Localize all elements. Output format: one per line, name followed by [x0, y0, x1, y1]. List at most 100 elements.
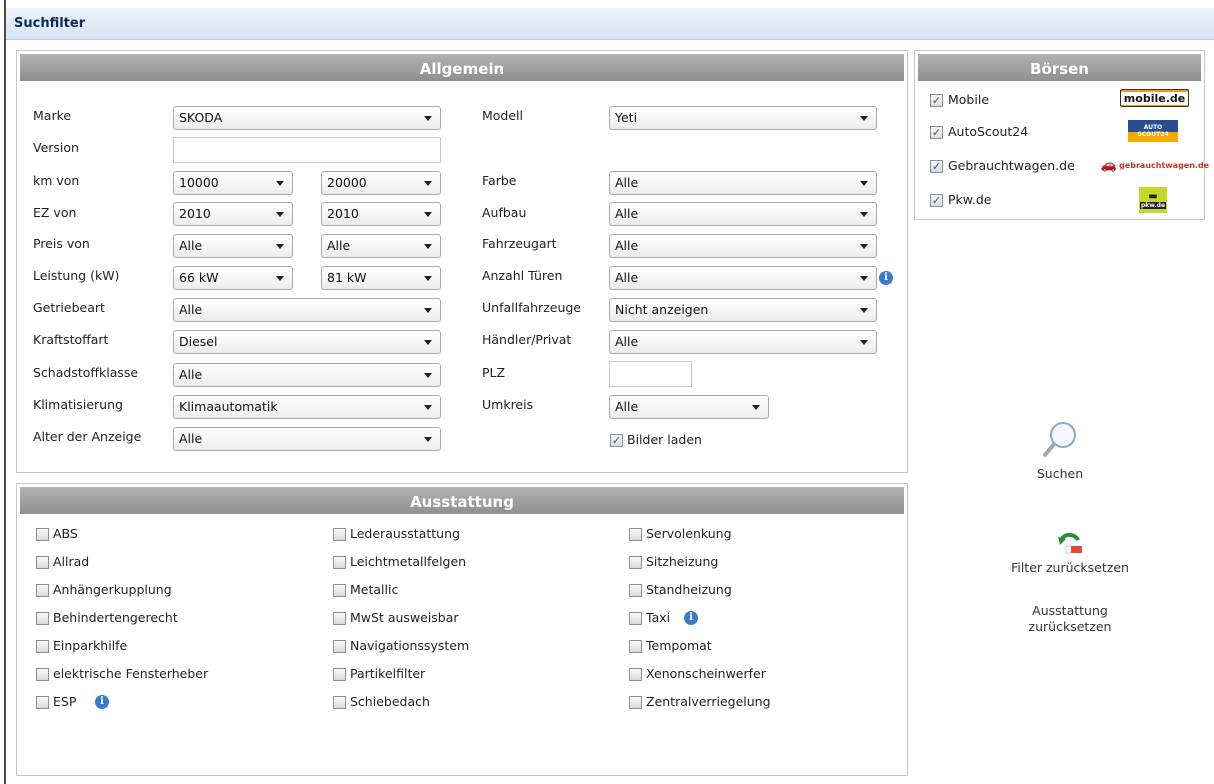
boerse-label-gebrauchtwagen: Gebrauchtwagen.de — [948, 158, 1075, 173]
chevron-down-icon — [860, 116, 868, 121]
option-label: Metallic — [350, 582, 399, 597]
car-icon: 🚗 — [1100, 157, 1118, 173]
select-marke[interactable]: SKODA — [173, 106, 441, 130]
checkbox-standheizung[interactable] — [629, 584, 642, 597]
label-klima: Klimatisierung — [33, 397, 123, 412]
checkbox-navigationssystem[interactable] — [333, 640, 346, 653]
option-label: Schiebedach — [350, 694, 430, 709]
select-preis-bis[interactable]: Alle — [321, 234, 441, 258]
undo-icon — [1058, 532, 1082, 554]
select-ez-bis[interactable]: 2010 — [321, 202, 441, 226]
option-label: Tempomat — [646, 638, 712, 653]
option-label: Servolenkung — [646, 526, 732, 541]
select-unfall[interactable]: Nicht anzeigen — [609, 298, 877, 322]
select-farbe-value: Alle — [615, 175, 639, 190]
checkbox-pkw[interactable]: ✓ — [930, 194, 943, 207]
esp-info-icon[interactable]: i — [95, 695, 109, 709]
window-title: Suchfilter — [14, 16, 86, 31]
select-km-von[interactable]: 10000 — [173, 171, 293, 195]
checkbox-einparkhilfe[interactable] — [36, 640, 49, 653]
window-left-border — [4, 0, 6, 784]
select-klima[interactable]: Klimaautomatik — [173, 395, 441, 419]
checkbox-schiebedach[interactable] — [333, 696, 346, 709]
checkbox-sitzheizung[interactable] — [629, 556, 642, 569]
select-preis-bis-value: Alle — [327, 238, 351, 253]
select-alter[interactable]: Alle — [173, 427, 441, 451]
checkbox-zentralverriegelung[interactable] — [629, 696, 642, 709]
select-leistung-bis[interactable]: 81 kW — [321, 266, 441, 290]
gebrauchtwagen-logo-text: gebrauchtwagen.de — [1119, 160, 1210, 170]
checkbox-leichtmetallfelgen[interactable] — [333, 556, 346, 569]
checkbox-esp[interactable] — [36, 696, 49, 709]
option-label: Anhängerkupplung — [53, 582, 172, 597]
select-umkreis[interactable]: Alle — [609, 395, 769, 419]
checkbox-mwst[interactable] — [333, 612, 346, 625]
checkbox-taxi[interactable] — [629, 612, 642, 625]
select-farbe[interactable]: Alle — [609, 171, 877, 195]
checkbox-mobile[interactable]: ✓ — [930, 94, 943, 107]
select-kraftstoff[interactable]: Diesel — [173, 330, 441, 354]
option-label: Taxi — [646, 610, 671, 625]
select-preis-von[interactable]: Alle — [173, 234, 293, 258]
chevron-down-icon — [424, 437, 432, 442]
car-icon: ▬ — [1148, 191, 1158, 202]
select-schadstoff[interactable]: Alle — [173, 363, 441, 387]
select-leistung-von[interactable]: 66 kW — [173, 266, 293, 290]
mobile-logo-text: mobile.de — [1120, 91, 1189, 105]
label-tueren: Anzahl Türen — [482, 268, 563, 283]
select-haendler[interactable]: Alle — [609, 330, 877, 354]
checkbox-bilder-laden[interactable]: ✓ — [610, 434, 623, 447]
checkbox-xenonscheinwerfer[interactable] — [629, 668, 642, 681]
select-ez-von[interactable]: 2010 — [173, 202, 293, 226]
input-plz[interactable] — [609, 361, 692, 387]
chevron-down-icon — [276, 276, 284, 281]
tueren-info-icon[interactable]: i — [879, 271, 893, 285]
checkbox-allrad[interactable] — [36, 556, 49, 569]
chevron-down-icon — [860, 212, 868, 217]
ausstattung-panel: Ausstattung ABS Allrad Anhängerkupplung … — [16, 483, 908, 776]
select-tueren[interactable]: Alle — [609, 266, 877, 290]
checkbox-tempomat[interactable] — [629, 640, 642, 653]
chevron-down-icon — [860, 308, 868, 313]
reset-ausstattung-button[interactable]: Ausstattung zurücksetzen — [1010, 603, 1130, 635]
search-button[interactable]: Suchen — [1010, 420, 1110, 492]
option-label: Zentralverriegelung — [646, 694, 771, 709]
select-tueren-value: Alle — [615, 270, 639, 285]
label-marke: Marke — [33, 108, 72, 123]
chevron-down-icon — [860, 340, 868, 345]
label-unfall: Unfallfahrzeuge — [482, 300, 581, 315]
option-label: MwSt ausweisbar — [350, 610, 459, 625]
select-getriebe[interactable]: Alle — [173, 298, 441, 322]
select-aufbau[interactable]: Alle — [609, 202, 877, 226]
select-leistung-bis-value: 81 kW — [327, 270, 367, 285]
label-farbe: Farbe — [482, 173, 517, 188]
label-aufbau: Aufbau — [482, 205, 527, 220]
checkbox-anhaengerkupplung[interactable] — [36, 584, 49, 597]
chevron-down-icon — [424, 405, 432, 410]
label-fahrzeugart: Fahrzeugart — [482, 236, 557, 251]
checkbox-servolenkung[interactable] — [629, 528, 642, 541]
checkbox-fensterheber[interactable] — [36, 668, 49, 681]
input-version[interactable] — [173, 137, 441, 163]
select-haendler-value: Alle — [615, 334, 639, 349]
autoscout24-logo-text: AUTO SCOUT24 — [1137, 124, 1169, 138]
select-modell[interactable]: Yeti — [609, 106, 877, 130]
reset-filter-label: Filter zurücksetzen — [1011, 560, 1129, 575]
select-fahrzeugart[interactable]: Alle — [609, 234, 877, 258]
option-label: Behindertengerecht — [53, 610, 178, 625]
chevron-down-icon — [424, 244, 432, 249]
checkbox-gebrauchtwagen[interactable]: ✓ — [930, 160, 943, 173]
chevron-down-icon — [424, 373, 432, 378]
select-leistung-von-value: 66 kW — [179, 270, 219, 285]
checkbox-lederausstattung[interactable] — [333, 528, 346, 541]
checkbox-abs[interactable] — [36, 528, 49, 541]
checkbox-autoscout24[interactable]: ✓ — [930, 126, 943, 139]
checkbox-metallic[interactable] — [333, 584, 346, 597]
checkbox-partikelfilter[interactable] — [333, 668, 346, 681]
checkbox-behindertengerecht[interactable] — [36, 612, 49, 625]
select-km-bis[interactable]: 20000 — [321, 171, 441, 195]
reset-filter-button[interactable]: Filter zurücksetzen — [995, 530, 1145, 580]
option-label: ABS — [53, 526, 78, 541]
taxi-info-icon[interactable]: i — [684, 611, 698, 625]
select-umkreis-value: Alle — [615, 399, 639, 414]
